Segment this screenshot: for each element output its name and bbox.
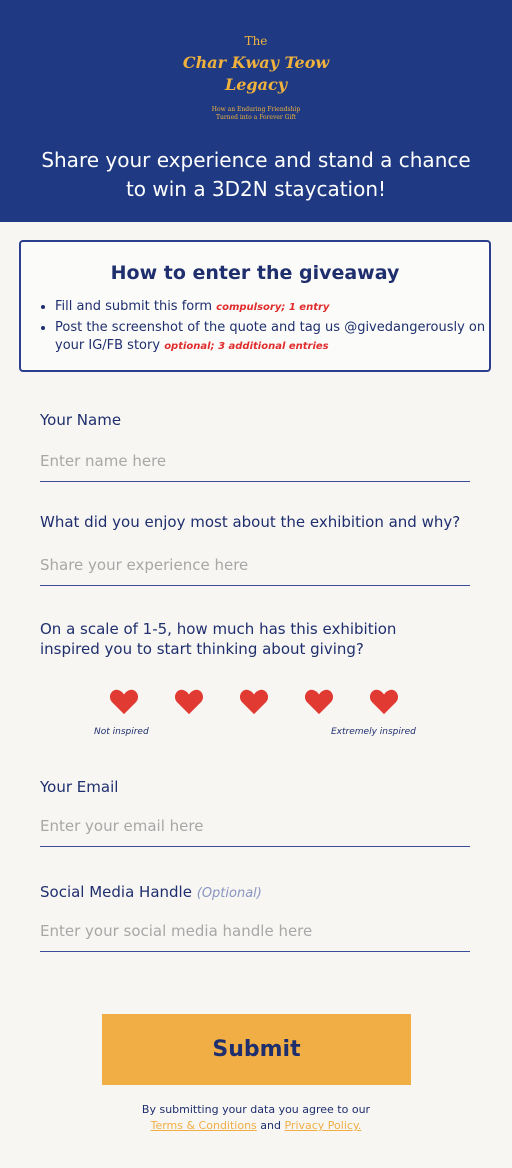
email-input[interactable]: Enter your email here xyxy=(40,807,470,847)
list-item: Fill and submit this form compulsory; 1 … xyxy=(55,298,489,317)
logo-title-line1: Char Kway Teow xyxy=(182,53,330,72)
scale-label: On a scale of 1-5, how much has this exh… xyxy=(40,620,397,658)
name-input[interactable]: Enter name here xyxy=(40,442,470,482)
rating-hearts xyxy=(109,688,399,716)
giveaway-item-tag: compulsory; 1 entry xyxy=(216,302,330,313)
consent-line: By submitting your data you agree to our xyxy=(141,1103,371,1116)
terms-link[interactable]: Terms & Conditions xyxy=(151,1119,257,1132)
heart-icon[interactable] xyxy=(239,688,269,716)
giveaway-box: How to enter the giveaway Fill and submi… xyxy=(19,240,491,372)
logo-title: Char Kway Teow Legacy xyxy=(0,52,512,96)
heart-icon[interactable] xyxy=(369,688,399,716)
giveaway-item-tag: optional; 3 additional entries xyxy=(164,341,329,352)
logo-subtitle: How an Enduring Friendship Turned into a… xyxy=(0,106,512,122)
consent-and: and xyxy=(260,1119,281,1132)
social-input[interactable]: Enter your social media handle here xyxy=(40,912,470,952)
consent-text: By submitting your data you agree to our… xyxy=(0,1102,512,1134)
privacy-link[interactable]: Privacy Policy. xyxy=(284,1119,361,1132)
logo-subtitle-line2: Turned into a Forever Gift xyxy=(215,114,297,121)
giveaway-title: How to enter the giveaway xyxy=(110,262,400,284)
heart-icon[interactable] xyxy=(304,688,334,716)
social-label: Social Media Handle (Optional) xyxy=(40,883,262,901)
scale-max-label: Extremely inspired xyxy=(331,727,416,737)
logo-the: The xyxy=(244,34,268,48)
header-banner: The Char Kway Teow Legacy How an Endurin… xyxy=(0,0,512,222)
experience-input[interactable]: Share your experience here xyxy=(40,546,470,586)
giveaway-item-text: Fill and submit this form xyxy=(55,299,213,314)
page-headline: Share your experience and stand a chance… xyxy=(41,148,471,201)
experience-label: What did you enjoy most about the exhibi… xyxy=(40,513,461,531)
social-label-text: Social Media Handle xyxy=(40,883,192,901)
logo-subtitle-line1: How an Enduring Friendship xyxy=(211,106,301,113)
scale-min-label: Not inspired xyxy=(94,727,149,737)
giveaway-list: Fill and submit this form compulsory; 1 … xyxy=(37,298,489,358)
email-label: Your Email xyxy=(40,778,119,796)
heart-icon[interactable] xyxy=(109,688,139,716)
list-item: Post the screenshot of the quote and tag… xyxy=(55,319,489,356)
submit-button[interactable]: Submit xyxy=(102,1014,411,1085)
social-optional-tag: (Optional) xyxy=(196,886,262,901)
logo-title-line2: Legacy xyxy=(224,75,288,94)
heart-icon[interactable] xyxy=(174,688,204,716)
name-label: Your Name xyxy=(40,411,122,429)
